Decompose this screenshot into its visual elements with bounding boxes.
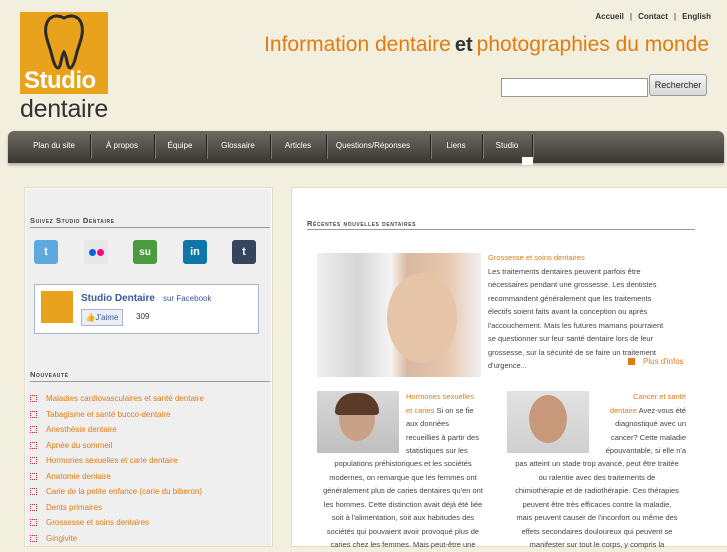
list-item[interactable]: Grossesse et soins dentaires (30, 517, 204, 533)
site-logo[interactable]: Studio dentaire (20, 12, 108, 122)
link-english[interactable]: English (682, 12, 711, 21)
stumbleupon-icon[interactable]: su (133, 240, 157, 264)
nav-articles[interactable]: Articles (272, 131, 324, 163)
list-item[interactable]: Tabagisme et santé bucco-dentaire (30, 409, 204, 425)
article-hormones-side: Hormones sexuelles et caries Si on se fi… (406, 392, 479, 455)
facebook-like-button[interactable]: 👍J'aime (81, 309, 123, 326)
tagline-part2: photographies du monde (476, 33, 709, 56)
search-input[interactable] (501, 78, 648, 97)
article-cancer-side: Cancer et santé dentaire Avez-vous été d… (605, 392, 686, 455)
nav-liens[interactable]: Liens (432, 131, 480, 163)
more-info-link[interactable]: Plus d'infos (628, 357, 684, 366)
search-button[interactable]: Rechercher (649, 74, 707, 96)
pregnancy-image[interactable] (317, 253, 481, 377)
logo-text-dentaire: dentaire (20, 95, 108, 123)
list-item[interactable]: Hormones sexuelles et carie dentaire (30, 455, 204, 471)
list-item[interactable]: Maladies cardiovasculaires et santé dent… (30, 393, 204, 409)
article-hormones-title[interactable]: Hormones sexuelles (406, 392, 474, 401)
main-nav: Plan du site À propos Équipe Glossaire A… (8, 131, 724, 163)
news-list: Maladies cardiovasculaires et santé dent… (30, 393, 204, 548)
bullet-icon (30, 395, 37, 402)
recent-news-title: Récentes nouvelles dentaires (307, 219, 417, 228)
list-item[interactable]: Anesthésie dentaire (30, 424, 204, 440)
tagline-part1: Information dentaire (264, 33, 451, 56)
nav-a-propos[interactable]: À propos (92, 131, 152, 163)
nav-questions-reponses[interactable]: Questions/Réponses (328, 131, 418, 163)
bullet-icon (30, 426, 37, 433)
arrow-right-icon (628, 358, 635, 365)
facebook-like-count: 309 (136, 312, 150, 321)
bullet-icon (30, 488, 37, 495)
facebook-suffix: sur Facebook (163, 294, 212, 303)
facebook-page-link[interactable]: Studio Dentaire (81, 293, 155, 304)
site-tagline: Information dentaire et photographies du m… (264, 33, 709, 57)
article-grossesse: Grossesse et soins dentaires Les traitem… (488, 253, 664, 370)
bullet-icon (30, 519, 37, 526)
list-item[interactable]: Anatomie dentaire (30, 471, 204, 487)
follow-title: Suivez Studio Dentaire (30, 216, 115, 225)
link-contact[interactable]: Contact (638, 12, 668, 21)
woman-photo[interactable] (317, 391, 399, 453)
bullet-icon (30, 534, 37, 542)
flickr-icon[interactable] (84, 240, 108, 264)
list-item[interactable]: Apnée du sommeil (30, 440, 204, 456)
bullet-icon (30, 503, 37, 511)
tumblr-icon[interactable]: t (232, 240, 256, 264)
tagline-et: et (454, 34, 473, 56)
linkedin-icon[interactable]: in (183, 240, 207, 264)
logo-text-studio: Studio (24, 67, 96, 94)
news-title: Nouveauté (30, 370, 69, 379)
bullet-icon (30, 472, 37, 480)
facebook-widget: Studio Dentaire sur Facebook 👍J'aime 309 (34, 284, 259, 334)
logo-box: Studio (20, 12, 108, 94)
bullet-icon (30, 410, 37, 418)
top-links: Accueil | Contact | English (595, 12, 711, 21)
nav-plan-du-site[interactable]: Plan du site (22, 131, 86, 163)
nav-glossaire[interactable]: Glossaire (208, 131, 268, 163)
link-accueil[interactable]: Accueil (595, 12, 623, 21)
article-grossesse-title[interactable]: Grossesse et soins dentaires (488, 253, 585, 262)
facebook-page-avatar (41, 291, 73, 323)
thumbs-up-icon: 👍 (85, 313, 96, 322)
list-item[interactable]: Dents primaires (30, 502, 204, 518)
list-item[interactable]: Gingivite (30, 533, 204, 549)
bullet-icon (30, 457, 37, 464)
bullet-icon (30, 441, 37, 449)
list-item[interactable]: Carie de la petite enfance (carie du bib… (30, 486, 204, 502)
nav-active-marker (522, 157, 533, 165)
tooth-icon (44, 14, 84, 70)
article-cancer-title[interactable]: Cancer et santé (633, 392, 686, 401)
twitter-icon[interactable]: t (34, 240, 58, 264)
nav-equipe[interactable]: Équipe (156, 131, 204, 163)
article-hormones-body: populations préhistoriques et les sociét… (323, 459, 483, 549)
article-cancer-body: pas atteint un stade trop avancé, peut ê… (515, 459, 679, 549)
man-photo[interactable] (507, 391, 589, 453)
